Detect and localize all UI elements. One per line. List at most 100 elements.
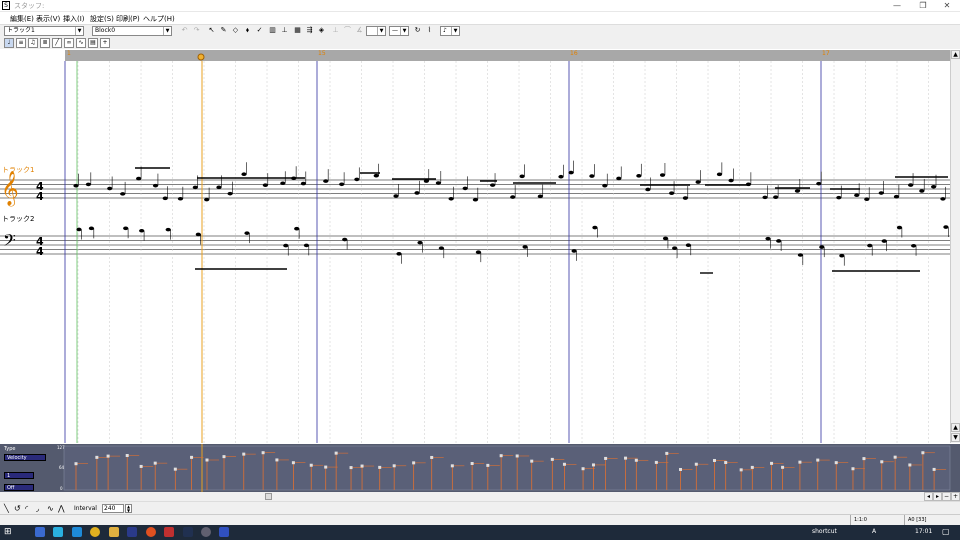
ime-indicator[interactable]: A (872, 528, 876, 535)
note-entry-icon[interactable]: ♩ (4, 38, 14, 48)
note-head (659, 173, 666, 177)
bar-number: 17 (822, 50, 830, 57)
edge-icon[interactable] (72, 527, 82, 537)
note-head (435, 181, 441, 185)
maximize-button[interactable]: ❐ (910, 0, 936, 11)
triangle-tool-icon[interactable]: ⋀ (58, 504, 65, 513)
rest-select-value: — (392, 27, 398, 34)
explorer-icon[interactable] (35, 527, 45, 537)
arc-tool-icon[interactable]: ◜ (25, 504, 28, 513)
undo-icon[interactable]: ↶ (180, 26, 189, 35)
velocity-handle (893, 455, 897, 459)
menu-print[interactable]: 印刷(P) (116, 14, 140, 24)
minimize-button[interactable]: — (884, 0, 910, 11)
windows-start-icon[interactable]: ⊞ (4, 527, 14, 537)
slur-icon[interactable]: ⌒ (343, 26, 352, 35)
velocity-canvas[interactable] (0, 444, 960, 492)
vertical-scrollbar[interactable]: ▲ ▲ ▼ (950, 50, 960, 443)
velocity-handle (665, 451, 669, 455)
scroll-left-icon[interactable]: ◂ (924, 492, 933, 501)
notification-icon[interactable]: ▢ (942, 527, 950, 536)
wave-tool-icon[interactable]: ↺ (14, 504, 21, 513)
channel-stepper[interactable]: 1 (4, 472, 34, 479)
sine-tool-icon[interactable]: ∿ (47, 504, 54, 513)
menu-view[interactable]: 表示(V) (36, 14, 60, 24)
note-head (300, 181, 307, 186)
rest-select[interactable]: — ▼ (389, 26, 409, 36)
rest-icon[interactable]: ⌇ (425, 26, 434, 35)
menu-help[interactable]: ヘルプ(H) (143, 14, 175, 24)
repeat-icon[interactable]: ↻ (413, 26, 422, 35)
vel-scale-top: 127 (57, 445, 65, 450)
velocity-handle (581, 467, 585, 471)
eraser-icon[interactable]: ◇ (231, 26, 240, 35)
chevron-down-icon: ▼ (400, 27, 408, 35)
interval-stepper[interactable]: ▲ ▼ (125, 504, 132, 513)
scroll-thumb[interactable] (265, 493, 272, 500)
bars-icon[interactable]: ▥ (268, 26, 277, 35)
taskview-icon[interactable] (53, 527, 63, 537)
steam-icon[interactable] (183, 527, 193, 537)
menu-settings[interactable]: 設定(S) (90, 14, 114, 24)
note-head (280, 181, 286, 186)
bar-ruler[interactable]: 1 15 16 17 (65, 50, 950, 61)
app-icon-ps[interactable] (127, 527, 137, 537)
curve-tool-icon[interactable]: ◞ (36, 504, 39, 513)
staff-icon[interactable]: ≡ (16, 38, 26, 48)
mode-stepper[interactable]: Off (4, 484, 34, 491)
scroll-right-icon[interactable]: ▸ (933, 492, 942, 501)
pencil-icon[interactable]: ✎ (219, 26, 228, 35)
cut-icon[interactable]: ⊥ (331, 26, 340, 35)
note-head (414, 191, 420, 195)
curve-icon[interactable]: ∿ (76, 38, 86, 48)
dynamics-select[interactable]: ▼ (366, 26, 386, 36)
note-head (695, 180, 701, 184)
block-select[interactable]: Block0 ▼ (92, 26, 172, 36)
check-icon[interactable]: ✓ (255, 26, 264, 35)
beam-icon[interactable]: ♫ (28, 38, 38, 48)
slope-icon[interactable]: ╱ (52, 38, 62, 48)
note-head (728, 178, 734, 183)
chord-icon[interactable]: ≣ (40, 38, 50, 48)
score-canvas[interactable]: 𝄞𝄢 (0, 61, 950, 443)
app-icon-red[interactable] (164, 527, 174, 537)
menu-edit[interactable]: 編集(E) (10, 14, 34, 24)
loop-icon[interactable]: ∞ (64, 38, 74, 48)
zoom-out-icon[interactable]: − (942, 492, 951, 501)
note-head (816, 181, 822, 186)
fill-icon[interactable]: ▤ (88, 38, 98, 48)
shortcut-label[interactable]: shortcut (812, 528, 837, 535)
velocity-handle (190, 455, 194, 459)
app-icon-active[interactable] (219, 527, 229, 537)
interval-input[interactable]: 240 (102, 504, 124, 513)
tie-icon[interactable]: ∡ (355, 26, 364, 35)
step-icon[interactable]: ⇶ (305, 26, 314, 35)
playhead-marker-icon[interactable] (197, 53, 205, 61)
track-select[interactable]: トラック1 ▼ (4, 26, 84, 36)
scroll-up-icon[interactable]: ▲ (951, 50, 960, 59)
scroll-up-icon[interactable]: ▲ (951, 423, 960, 432)
folder-icon[interactable] (109, 527, 119, 537)
velocity-type-select[interactable]: Velocity (4, 454, 46, 461)
score-area[interactable]: 𝄞 𝄢 トラック1 トラック2 4 4 4 4 (0, 61, 950, 443)
scroll-down-icon[interactable]: ▼ (951, 433, 960, 442)
horizontal-scrollbar[interactable]: ◂ ▸ − + (0, 492, 960, 501)
app-icon-circle[interactable] (201, 527, 211, 537)
zoom-in-icon[interactable]: + (951, 492, 960, 501)
plus-icon[interactable]: + (100, 38, 110, 48)
chrome-icon[interactable] (90, 527, 100, 537)
velocity-panel[interactable] (0, 444, 960, 492)
grid-icon[interactable]: ▦ (293, 26, 302, 35)
target-icon[interactable]: ◈ (317, 26, 326, 35)
note-select[interactable]: ♪ ▼ (440, 26, 460, 36)
firefox-icon[interactable] (146, 527, 156, 537)
brush-icon[interactable]: ⬧ (243, 26, 252, 35)
pointer-icon[interactable]: ↖ (207, 26, 216, 35)
line-tool-icon[interactable]: ╲ (4, 504, 9, 513)
baseline-icon[interactable]: ⊥ (280, 26, 289, 35)
track2-label: トラック2 (2, 215, 35, 223)
close-button[interactable]: ✕ (934, 0, 960, 11)
menu-insert[interactable]: 挿入(I) (63, 14, 85, 24)
note-head (589, 174, 595, 178)
redo-icon[interactable]: ↷ (192, 26, 201, 35)
